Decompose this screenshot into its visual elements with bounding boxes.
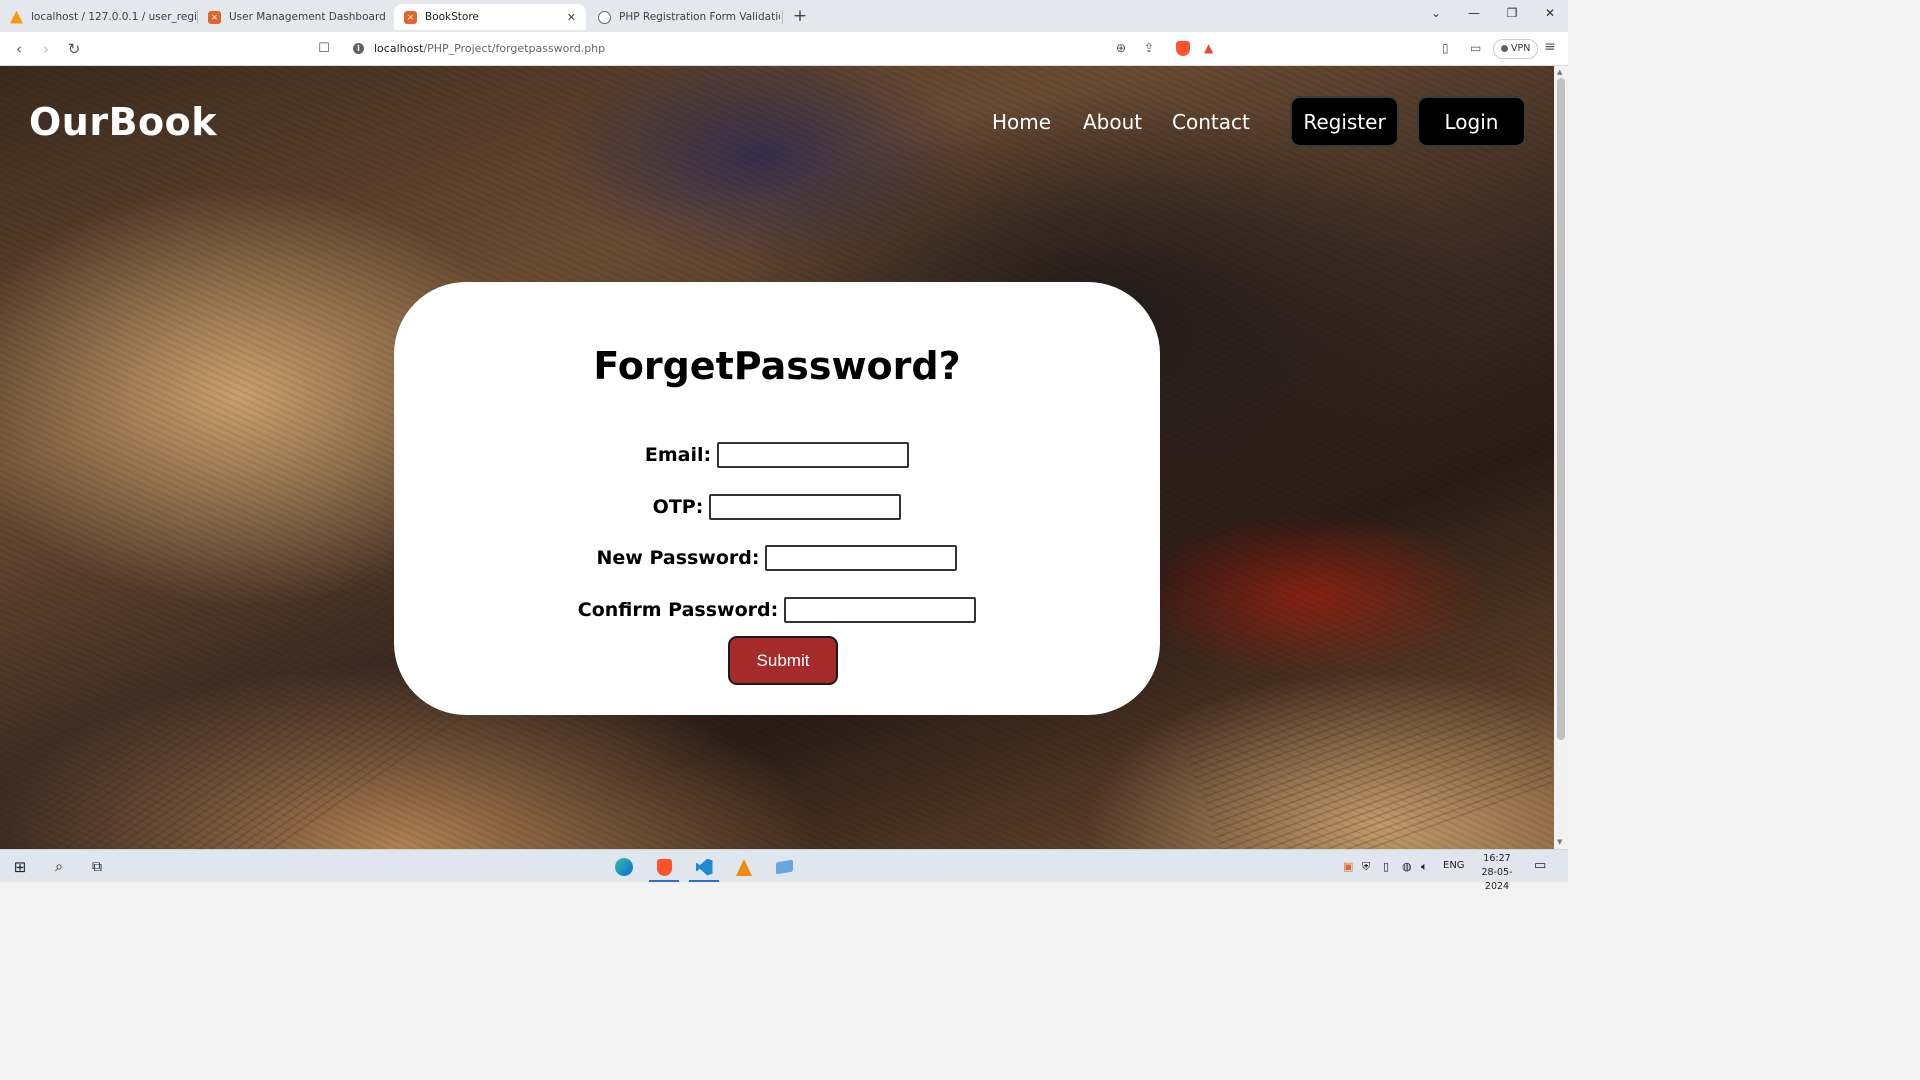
share-icon[interactable]: ⇪ <box>1144 41 1154 55</box>
task-view-icon[interactable]: ⧉ <box>86 856 108 878</box>
zoom-icon[interactable]: ⊕ <box>1116 41 1126 55</box>
active-app-indicator <box>689 880 719 882</box>
sidebar-toggle-icon[interactable]: ▯ <box>1442 41 1449 55</box>
network-icon[interactable]: ◍ <box>1402 860 1412 873</box>
search-icon[interactable]: ⌕ <box>48 856 70 878</box>
system-clock[interactable]: 16:27 28-05-2024 <box>1471 852 1523 894</box>
vpn-status-icon <box>1501 45 1508 52</box>
forward-button[interactable]: › <box>37 40 55 58</box>
phpmyadmin-icon <box>10 10 23 24</box>
wallet-icon[interactable]: ▭ <box>1470 41 1481 55</box>
site-logo[interactable]: OurBook <box>29 100 217 144</box>
tab-php-registration[interactable]: PHP Registration Form Validation <box>588 4 780 30</box>
new-password-label: New Password: <box>596 547 760 569</box>
browser-toolbar: ‹ › ↻ ☐ i localhost/PHP_Project/forgetpa… <box>0 32 1568 66</box>
new-tab-button[interactable]: + <box>790 5 810 27</box>
language-indicator[interactable]: ENG <box>1443 860 1465 871</box>
site-info-icon[interactable]: i <box>353 43 364 54</box>
email-label: Email: <box>644 444 712 466</box>
brave-icon[interactable] <box>653 856 675 878</box>
brave-shields-icon[interactable] <box>1176 41 1190 56</box>
nav-about-link[interactable]: About <box>1083 110 1142 134</box>
clock-date: 28-05-2024 <box>1481 867 1513 892</box>
xampp-tray-icon[interactable]: ▣ <box>1343 860 1353 873</box>
close-window-button[interactable]: ✕ <box>1540 6 1560 20</box>
tab-title: localhost / 127.0.0.1 / user_registratio <box>31 11 196 23</box>
email-row: Email: <box>394 442 1160 468</box>
menu-icon[interactable]: ≡ <box>1544 39 1556 55</box>
form-title: ForgetPassword? <box>593 344 961 388</box>
login-button[interactable]: Login <box>1417 96 1526 147</box>
tab-search-chevron-icon[interactable]: ⌄ <box>1426 6 1446 20</box>
otp-field[interactable] <box>709 494 902 520</box>
address-bar[interactable]: i localhost/PHP_Project/forgetpassword.p… <box>343 37 1226 61</box>
submit-button[interactable]: Submit <box>728 636 838 685</box>
minimize-button[interactable]: — <box>1464 6 1484 20</box>
otp-row: OTP: <box>394 494 1160 520</box>
email-field[interactable] <box>717 442 910 468</box>
tab-title: User Management Dashboard <box>229 11 386 23</box>
otp-label: OTP: <box>652 496 704 518</box>
browser-tab-bar: localhost / 127.0.0.1 / user_registratio… <box>0 0 1568 32</box>
scroll-up-icon[interactable]: ▲ <box>1557 68 1562 76</box>
notifications-icon[interactable]: ▭ <box>1534 858 1546 873</box>
page-scrollbar[interactable]: ▲ ▼ <box>1554 66 1568 849</box>
vscode-icon[interactable] <box>693 856 715 878</box>
tab-bookstore[interactable]: ✕ BookStore ✕ <box>394 4 586 30</box>
tab-title: PHP Registration Form Validation <box>619 11 780 23</box>
nav-contact-link[interactable]: Contact <box>1172 110 1250 134</box>
windows-start-icon[interactable]: ⊞ <box>9 856 31 878</box>
back-button[interactable]: ‹ <box>10 40 28 58</box>
restore-button[interactable]: ❐ <box>1502 6 1522 20</box>
confirm-password-label: Confirm Password: <box>577 599 779 621</box>
vlc-icon[interactable] <box>733 856 755 878</box>
clock-time: 16:27 <box>1483 853 1511 864</box>
new-password-field[interactable] <box>765 545 958 571</box>
tab-phpmyadmin[interactable]: localhost / 127.0.0.1 / user_registratio <box>0 4 196 30</box>
vpn-button[interactable]: VPN <box>1493 39 1539 59</box>
confirm-password-field[interactable] <box>784 597 977 623</box>
tab-separator <box>782 10 783 24</box>
new-password-row: New Password: <box>394 545 1160 571</box>
xampp-icon: ✕ <box>208 10 221 24</box>
scroll-thumb[interactable] <box>1557 78 1565 740</box>
tab-user-management[interactable]: ✕ User Management Dashboard <box>198 4 390 30</box>
windows-taskbar: ⊞ ⌕ ⧉ ▣ ⛨ ▯ ◍ 🔈︎ ENG 16:27 28-05-2024 ▭ <box>0 849 1568 892</box>
active-app-indicator <box>649 880 679 882</box>
scroll-down-icon[interactable]: ▼ <box>1557 838 1562 846</box>
url-text[interactable]: localhost/PHP_Project/forgetpassword.php <box>374 42 605 55</box>
reload-button[interactable]: ↻ <box>65 40 83 58</box>
confirm-password-row: Confirm Password: <box>394 597 1160 623</box>
xampp-icon: ✕ <box>404 10 417 24</box>
laptop-app-icon[interactable] <box>773 856 795 878</box>
brave-rewards-icon[interactable]: ▲ <box>1204 41 1213 55</box>
globe-icon <box>598 10 611 24</box>
defender-tray-icon[interactable]: ⛨ <box>1362 860 1370 874</box>
nav-home-link[interactable]: Home <box>992 110 1051 134</box>
battery-icon[interactable]: ▯ <box>1383 860 1389 873</box>
tab-title: BookStore <box>425 11 479 23</box>
page-viewport: OurBook Home About Contact Register Logi… <box>0 66 1554 849</box>
bookmark-icon[interactable]: ☐ <box>315 40 333 58</box>
close-tab-icon[interactable]: ✕ <box>567 11 576 24</box>
forget-password-card: ForgetPassword? Email: OTP: New Password… <box>394 282 1160 715</box>
volume-icon[interactable]: 🔈︎ <box>1421 860 1428 874</box>
register-button[interactable]: Register <box>1290 96 1399 147</box>
edge-icon[interactable] <box>613 856 635 878</box>
